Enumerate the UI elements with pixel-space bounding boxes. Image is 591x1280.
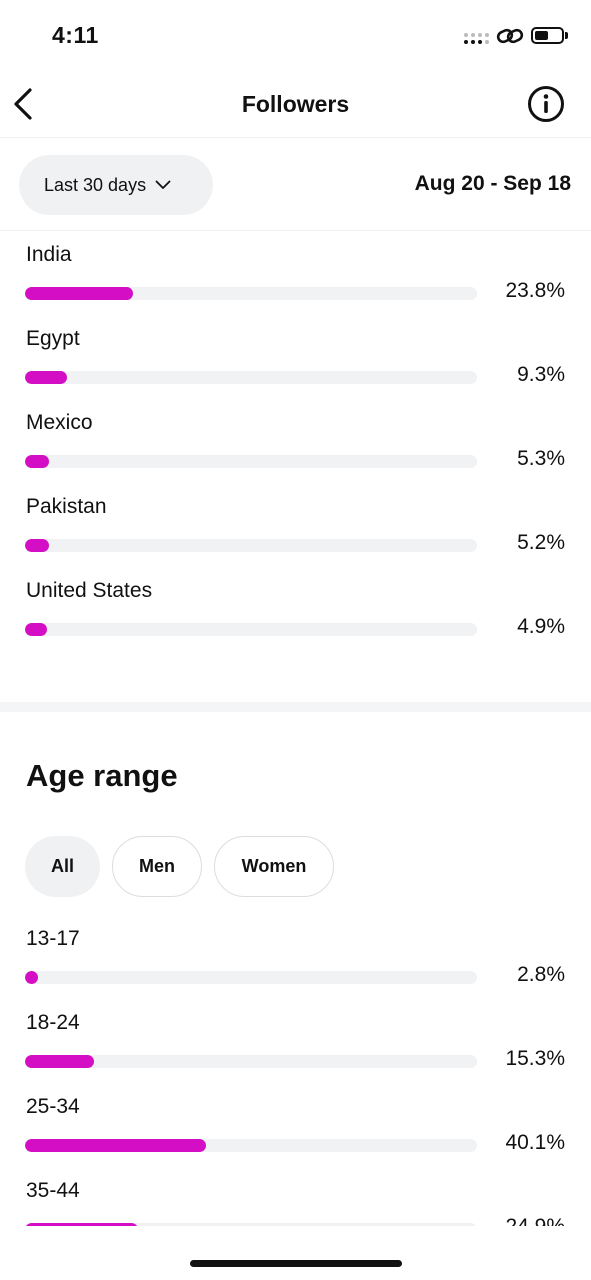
age-percentage: 2.8% — [517, 963, 565, 986]
age-percentage: 24.9% — [505, 1215, 565, 1226]
bar-track — [25, 1223, 477, 1226]
country-row: United States 4.9% — [0, 579, 591, 663]
bar-track — [25, 455, 477, 468]
age-row: 18-24 15.3% — [0, 1011, 591, 1095]
bar-track — [25, 971, 477, 984]
country-row: Egypt 9.3% — [0, 327, 591, 411]
top-navigation: Followers — [0, 70, 591, 138]
age-label: 25-34 — [26, 1095, 80, 1118]
bar-track — [25, 1055, 477, 1068]
bar-track — [25, 371, 477, 384]
chevron-down-icon — [155, 180, 171, 189]
country-label: Egypt — [26, 327, 80, 350]
status-time: 4:11 — [52, 22, 99, 48]
bar-fill — [25, 371, 68, 384]
age-row: 35-44 24.9% — [0, 1179, 591, 1226]
age-row: 25-34 40.1% — [0, 1095, 591, 1179]
bar-fill — [25, 287, 133, 300]
country-label: India — [26, 243, 72, 266]
age-label: 13-17 — [26, 927, 80, 950]
country-label: United States — [26, 579, 153, 602]
status-bar: 4:11 — [0, 0, 591, 70]
country-percentage: 4.9% — [517, 615, 565, 638]
country-row: India 23.8% — [0, 243, 591, 327]
bar-fill — [25, 1139, 207, 1152]
bar-fill — [25, 971, 38, 984]
age-range-list: 13-17 2.8% 18-24 15.3% 25-34 40.1% 35-44… — [0, 920, 591, 1226]
country-percentage: 23.8% — [505, 279, 565, 302]
bar-fill — [25, 623, 48, 636]
link-icon — [496, 28, 524, 44]
country-row: Mexico 5.3% — [0, 411, 591, 495]
home-indicator[interactable] — [190, 1260, 402, 1267]
signal-dots-icon — [464, 32, 490, 46]
tab-all[interactable]: All — [25, 836, 100, 897]
country-percentage: 9.3% — [517, 363, 565, 386]
page-title: Followers — [241, 91, 350, 117]
bar-track — [25, 539, 477, 552]
bar-fill — [25, 539, 49, 552]
age-label: 35-44 — [26, 1179, 80, 1202]
tab-men[interactable]: Men — [112, 836, 202, 897]
filter-row: Last 30 days Aug 20 - Sep 18 — [0, 139, 591, 231]
period-dropdown-label: Last 30 days — [44, 174, 147, 195]
battery-icon — [531, 27, 564, 44]
info-icon[interactable] — [527, 85, 565, 123]
period-dropdown[interactable]: Last 30 days — [19, 155, 213, 215]
bar-track — [25, 1139, 477, 1152]
date-range: Aug 20 - Sep 18 — [414, 172, 571, 195]
country-label: Mexico — [26, 411, 93, 434]
country-percentage: 5.2% — [517, 531, 565, 554]
age-row: 13-17 2.8% — [0, 927, 591, 1011]
bar-fill — [25, 1055, 95, 1068]
country-label: Pakistan — [26, 495, 107, 518]
bar-track — [25, 287, 477, 300]
tab-women[interactable]: Women — [214, 836, 334, 897]
section-divider — [0, 702, 591, 712]
country-percentage: 5.3% — [517, 447, 565, 470]
age-percentage: 40.1% — [505, 1131, 565, 1154]
country-row: Pakistan 5.2% — [0, 495, 591, 579]
section-title: Age range — [26, 758, 178, 793]
age-label: 18-24 — [26, 1011, 80, 1034]
bar-track — [25, 623, 477, 636]
bar-fill — [25, 1223, 138, 1226]
age-percentage: 15.3% — [505, 1047, 565, 1070]
bar-fill — [25, 455, 49, 468]
